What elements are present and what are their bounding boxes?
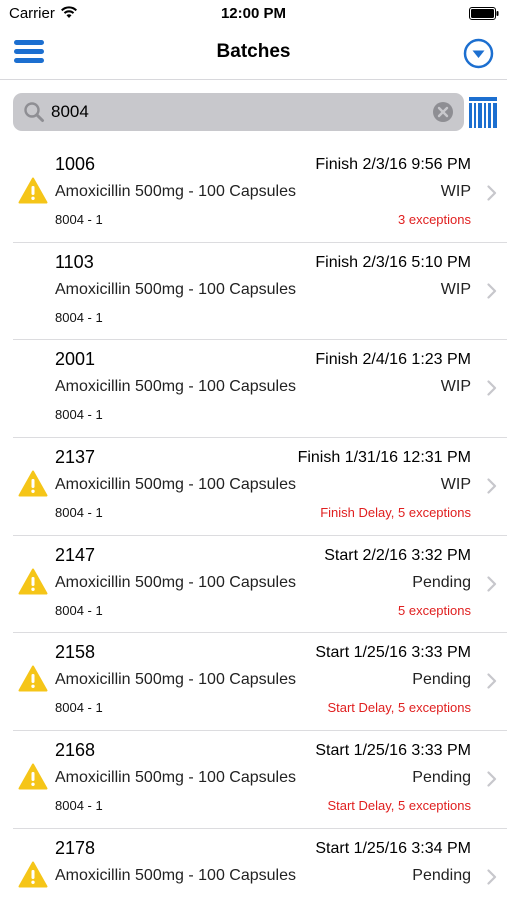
batch-row[interactable]: 2147 Start 2/2/16 3:32 PM Amoxicillin 50… [13,536,507,634]
chevron-right-icon [487,185,497,201]
search-bar [13,93,464,131]
lot-number: 8004 - 1 [55,505,103,521]
batch-row[interactable]: 1103 Finish 2/3/16 5:10 PM Amoxicillin 5… [13,243,507,341]
product-name: Amoxicillin 500mg - 100 Capsules [55,280,296,298]
batch-id: 2158 [55,642,96,663]
batch-status: WIP [440,476,471,494]
search-input[interactable] [51,98,421,126]
warning-icon [18,177,48,204]
lot-number: 8004 - 1 [55,798,103,814]
batch-id: 2001 [55,349,96,370]
batch-time: Finish 2/4/16 1:23 PM [315,351,471,369]
product-name: Amoxicillin 500mg - 100 Capsules [55,769,296,787]
batch-time: Finish 2/3/16 9:56 PM [315,156,471,173]
chevron-right-icon [487,673,497,690]
batch-time: Start 1/25/16 3:33 PM [315,644,471,662]
filter-dropdown-icon[interactable] [463,38,494,69]
batch-status: Pending [412,671,471,689]
lot-number: 8004 - 1 [55,700,103,716]
product-name: Amoxicillin 500mg - 100 Capsules [55,671,296,689]
batch-status: WIP [440,183,471,200]
product-name: Amoxicillin 500mg - 100 Capsules [55,866,296,884]
menu-icon[interactable] [14,40,44,66]
batch-row[interactable]: 2158 Start 1/25/16 3:33 PM Amoxicillin 5… [13,633,507,732]
warning-icon [18,470,48,497]
status-bar: Carrier 12:00 PM [0,0,507,28]
barcode-scan-icon[interactable] [469,97,497,128]
exceptions-label: 5 exceptions [398,602,471,618]
exceptions-label: Finish Delay, 5 exceptions [320,505,471,521]
batch-row[interactable]: 2178 Start 1/25/16 3:34 PM Amoxicillin 5… [13,829,507,900]
batch-row[interactable]: 2001 Finish 2/4/16 1:23 PM Amoxicillin 5… [13,340,507,439]
chevron-right-icon [487,380,497,396]
exceptions-label: Start Delay, 5 exceptions [327,700,471,716]
product-name: Amoxicillin 500mg - 100 Capsules [55,378,296,396]
lot-number: 8004 - 1 [55,602,103,618]
batch-time: Start 1/25/16 3:34 PM [315,839,471,857]
lot-number: 8004 - 1 [55,212,103,227]
clock: 12:00 PM [220,5,287,22]
chevron-right-icon [487,869,497,885]
batch-status: WIP [440,378,471,396]
search-row [0,80,507,142]
nav-bar: Batches [0,28,507,80]
search-icon [24,102,44,122]
batch-status: Pending [412,573,471,591]
batch-row[interactable]: 2137 Finish 1/31/16 12:31 PM Amoxicillin… [13,438,507,536]
chevron-right-icon [487,771,497,787]
batch-id: 2168 [55,740,96,761]
battery-icon [469,7,499,20]
batch-row[interactable]: 2168 Start 1/25/16 3:33 PM Amoxicillin 5… [13,731,507,829]
batch-id: 1103 [55,251,94,272]
warning-icon [18,763,48,790]
batch-id: 2178 [55,837,96,858]
batch-time: Start 1/25/16 3:33 PM [315,742,471,760]
batch-status: Pending [412,769,471,787]
batch-time: Start 2/2/16 3:32 PM [324,546,471,564]
batch-time: Finish 1/31/16 12:31 PM [297,449,471,467]
product-name: Amoxicillin 500mg - 100 Capsules [55,476,296,494]
exceptions-label: 3 exceptions [398,212,471,227]
batch-id: 2147 [55,544,96,565]
exceptions-label: Start Delay, 5 exceptions [327,798,471,814]
warning-icon [18,568,48,595]
lot-number: 8004 - 1 [55,309,103,325]
clear-search-icon[interactable] [432,101,454,123]
batch-status: Pending [412,866,471,884]
chevron-right-icon [487,576,497,592]
chevron-right-icon [487,283,497,299]
lot-number: 8004 - 1 [55,407,103,423]
batch-time: Finish 2/3/16 5:10 PM [315,253,471,271]
warning-icon [18,861,48,888]
warning-icon [18,665,48,692]
page-title: Batches [216,41,291,62]
chevron-right-icon [487,478,497,494]
batch-row[interactable]: 1006 Finish 2/3/16 9:56 PM Amoxicillin 5… [13,145,507,243]
batch-status: WIP [440,280,471,298]
product-name: Amoxicillin 500mg - 100 Capsules [55,573,296,591]
batch-list: 1006 Finish 2/3/16 9:56 PM Amoxicillin 5… [0,145,507,900]
batch-id: 1006 [55,154,96,174]
batch-id: 2137 [55,447,96,468]
product-name: Amoxicillin 500mg - 100 Capsules [55,183,296,200]
